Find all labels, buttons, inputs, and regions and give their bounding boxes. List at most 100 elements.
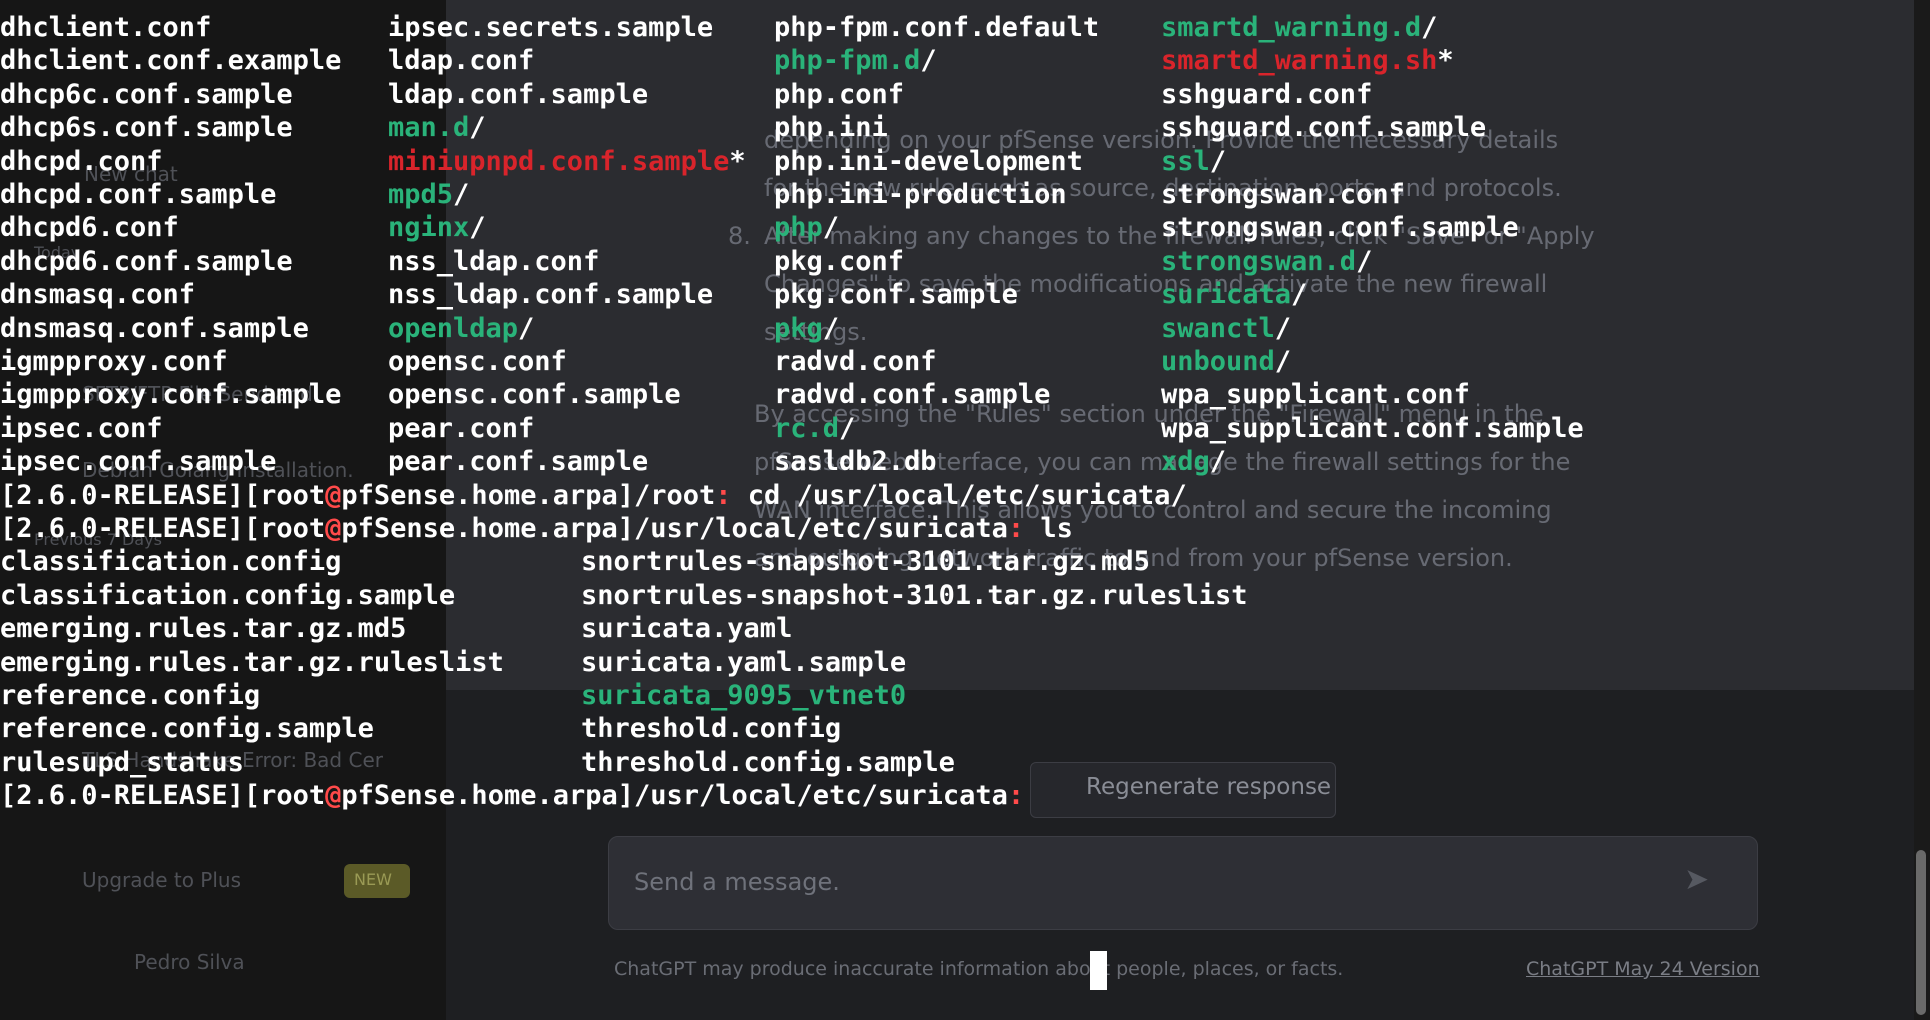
ls-entry-name: pkg xyxy=(774,312,823,344)
ls-entry-name: rulesupd_status xyxy=(0,746,244,778)
prompt-command: cd /usr/local/etc/suricata/ xyxy=(731,479,1187,511)
ls-entry-name: igmpproxy.conf xyxy=(0,346,228,377)
ls-entry-name: mpd5 xyxy=(388,179,454,210)
ls-entry-name: miniupnpd.conf.sample xyxy=(388,145,730,177)
ls-entry-name: suricata xyxy=(1161,279,1292,311)
ls-entry-name: unbound xyxy=(1161,346,1275,377)
ls-entry-name: reference.config.sample xyxy=(0,713,374,745)
ls-entry-name: snortrules-snapshot-3101.tar.gz.md5 xyxy=(581,546,1150,578)
message-placeholder: Send a message. xyxy=(634,868,840,896)
ls-entry-name: classification.config xyxy=(0,546,342,578)
ls-entry-name: php-fpm.conf.default xyxy=(774,12,1100,43)
ls-entry: threshold.config.sample xyxy=(581,742,955,783)
ls-entry-name: smartd_warning.d xyxy=(1161,12,1422,43)
ls-entry-suffix: / xyxy=(1209,145,1227,177)
ls-entry-name: emerging.rules.tar.gz.md5 xyxy=(0,613,407,645)
prompt-path: /root xyxy=(634,479,716,511)
prompt-version: [2.6.0-RELEASE] xyxy=(0,479,244,511)
ls-entry-suffix: * xyxy=(1437,45,1454,77)
ls-entry-name: opensc.conf xyxy=(388,346,567,377)
ls-entry-name: snortrules-snapshot-3101.tar.gz.ruleslis… xyxy=(581,579,1248,611)
ls-entry-name: php.ini-development xyxy=(774,145,1083,177)
ls-entry-name: sshguard.conf.sample xyxy=(1161,112,1487,144)
ls-entry-suffix: / xyxy=(822,212,840,244)
ls-entry-suffix: / xyxy=(518,312,535,344)
ls-entry: rulesupd_status xyxy=(0,742,244,783)
ls-entry-suffix: / xyxy=(1274,346,1292,377)
prompt-user: [root xyxy=(243,780,326,812)
version-link[interactable]: ChatGPT May 24 Version xyxy=(1526,958,1760,980)
ls-entry-suffix: / xyxy=(839,412,856,444)
prompt-at-sign: @ xyxy=(325,780,342,812)
prompt-host: pfSense.home.arpa] xyxy=(341,513,634,544)
answer-step-number: 8. xyxy=(728,222,751,250)
ls-entry-name: suricata.yaml xyxy=(581,613,793,645)
ls-entry-name: ipsec.secrets.sample xyxy=(388,12,714,43)
ls-entry-name: nginx xyxy=(388,212,470,244)
prompt-user: [root xyxy=(243,513,326,544)
ls-entry-name: ssl xyxy=(1161,145,1210,177)
terminal-cursor xyxy=(1090,951,1107,990)
prompt-version: [2.6.0-RELEASE] xyxy=(0,513,244,544)
prompt-at-sign: @ xyxy=(325,513,342,544)
ls-entry-name: man.d xyxy=(388,112,470,144)
ls-entry-name: threshold.config.sample xyxy=(581,746,955,778)
ls-entry-suffix: / xyxy=(453,179,470,210)
user-name[interactable]: Pedro Silva xyxy=(134,950,245,974)
ls-entry-name: wpa_supplicant.conf xyxy=(1161,379,1470,411)
ls-entry-name: suricata.yaml.sample xyxy=(581,646,907,678)
prompt-colon: : xyxy=(1007,780,1025,812)
ls-entry-name: php-fpm.d xyxy=(774,45,921,77)
ls-entry-name: dhcp6c.conf.sample xyxy=(0,78,293,110)
ls-entry-name: radvd.conf xyxy=(774,346,937,377)
prompt-at-sign: @ xyxy=(325,479,342,511)
ls-entry-name: dhclient.conf.example xyxy=(0,45,342,77)
send-icon[interactable]: ➤ xyxy=(1684,862,1709,897)
ls-entry-suffix: / xyxy=(1209,446,1227,478)
ls-entry-name: pkg.conf xyxy=(774,245,905,277)
ls-entry-name: wpa_supplicant.conf.sample xyxy=(1161,412,1584,444)
ls-entry-name: swanctl xyxy=(1161,312,1275,344)
prompt-path: /usr/local/etc/suricata xyxy=(634,513,1008,544)
ls-entry-name: dhcp6s.conf.sample xyxy=(0,112,293,144)
prompt-colon: : xyxy=(715,479,732,511)
ls-entry-name: suricata_9095_vtnet0 xyxy=(581,680,907,711)
ls-entry-name: sshguard.conf xyxy=(1161,78,1373,110)
ls-entry-name: pear.conf xyxy=(388,412,535,444)
ls-entry-suffix: / xyxy=(469,212,486,244)
ls-entry-name: dnsmasq.conf.sample xyxy=(0,312,309,344)
prompt-command: ls xyxy=(1024,513,1073,544)
ls-entry-name: dhcpd6.conf.sample xyxy=(0,245,293,277)
ls-entry-name: php xyxy=(774,212,823,244)
ls-entry-name: smartd_warning.sh xyxy=(1161,45,1438,77)
ls-entry-suffix: / xyxy=(1291,279,1308,311)
ls-entry-name: php.conf xyxy=(774,78,905,110)
ls-entry-suffix: / xyxy=(822,312,840,344)
ls-entry-name: strongswan.conf xyxy=(1161,179,1405,210)
upgrade-link[interactable]: Upgrade to Plus xyxy=(82,868,241,892)
ls-entry-name: dhcpd.conf xyxy=(0,145,163,177)
ls-entry-name: nss_ldap.conf xyxy=(388,245,600,277)
ls-entry-name: ldap.conf xyxy=(388,45,535,77)
ls-entry-name: radvd.conf.sample xyxy=(774,379,1051,411)
ls-entry-name: strongswan.conf.sample xyxy=(1161,212,1519,244)
prompt-host: pfSense.home.arpa] xyxy=(341,780,634,812)
ls-entry-name: ipsec.conf.sample xyxy=(0,446,277,478)
regenerate-label: Regenerate response xyxy=(1086,774,1332,800)
prompt-colon: : xyxy=(1007,513,1025,544)
ls-entry-name: php.ini xyxy=(774,112,888,144)
ls-entry-name: ipsec.conf xyxy=(0,412,163,444)
ls-entry-name: openldap xyxy=(388,312,519,344)
prompt-version: [2.6.0-RELEASE] xyxy=(0,780,244,812)
ls-entry-name: dhclient.conf xyxy=(0,12,212,43)
ls-entry-suffix: / xyxy=(920,45,937,77)
window-scrollbar-thumb[interactable] xyxy=(1916,850,1926,1015)
ls-entry-name: dhcpd.conf.sample xyxy=(0,179,277,210)
ls-entry-name: classification.config.sample xyxy=(0,579,456,611)
ls-entry-suffix: * xyxy=(729,145,746,177)
ls-entry-name: threshold.config xyxy=(581,713,842,745)
ls-entry-suffix: / xyxy=(1421,12,1438,43)
ls-entry-name: dnsmasq.conf xyxy=(0,279,196,311)
disclaimer-text: ChatGPT may produce inaccurate informati… xyxy=(614,958,1344,980)
prompt-user: [root xyxy=(243,479,326,511)
